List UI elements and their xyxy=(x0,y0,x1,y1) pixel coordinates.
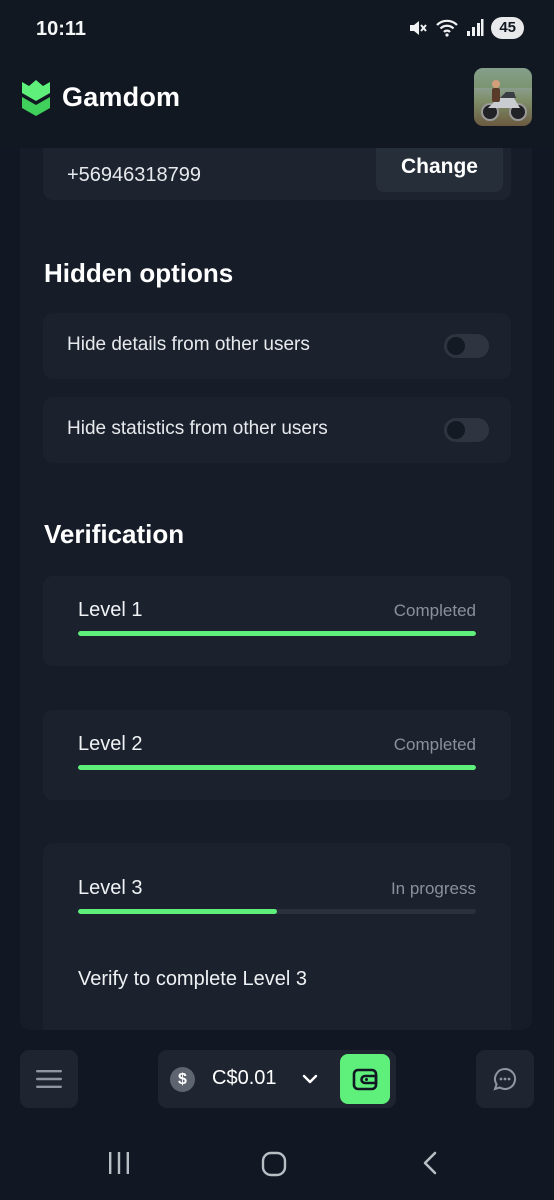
status-time: 10:11 xyxy=(36,18,87,40)
system-nav-bar xyxy=(0,1130,554,1200)
gamdom-logo-icon[interactable] xyxy=(20,78,52,116)
dollar-icon: $ xyxy=(170,1067,195,1092)
wallet-icon xyxy=(352,1068,378,1091)
status-bar: 10:11 45 xyxy=(0,0,554,58)
level-3-progress-track xyxy=(78,909,476,914)
recent-apps-icon[interactable] xyxy=(106,1150,132,1176)
level-1-card[interactable]: Level 1 Completed xyxy=(43,576,511,666)
settings-content[interactable]: +56946318799 Change Hidden options Hide … xyxy=(0,148,554,1030)
chat-bubble-icon xyxy=(493,1067,517,1091)
hide-details-row[interactable]: Hide details from other users xyxy=(43,313,511,379)
hamburger-menu-icon xyxy=(36,1070,62,1088)
mute-icon xyxy=(410,21,428,35)
level-2-name: Level 2 xyxy=(78,733,143,755)
balance-selector[interactable]: $ C$0.01 xyxy=(158,1050,396,1108)
level-2-progress-fill xyxy=(78,765,476,770)
wifi-icon xyxy=(436,19,459,37)
home-icon[interactable] xyxy=(260,1150,288,1178)
menu-button[interactable] xyxy=(20,1050,78,1108)
level-2-card[interactable]: Level 2 Completed xyxy=(43,710,511,800)
verification-title: Verification xyxy=(44,519,185,549)
phone-number: +56946318799 xyxy=(67,164,202,186)
chat-button[interactable] xyxy=(476,1050,534,1108)
level-1-progress-track xyxy=(78,631,476,636)
hide-details-toggle[interactable] xyxy=(444,334,489,358)
app-header: Gamdom xyxy=(0,58,554,148)
toggle-knob xyxy=(447,337,465,355)
hide-statistics-row[interactable]: Hide statistics from other users xyxy=(43,397,511,463)
level-3-hint: Verify to complete Level 3 xyxy=(78,968,308,990)
level-2-progress-track xyxy=(78,765,476,770)
level-2-status: Completed xyxy=(393,735,476,754)
balance-amount: C$0.01 xyxy=(212,1067,277,1089)
toggle-knob xyxy=(447,421,465,439)
phone-card: +56946318799 Change xyxy=(43,148,511,200)
level-3-progress-fill xyxy=(78,909,277,914)
level-1-name: Level 1 xyxy=(78,599,143,621)
level-1-progress-fill xyxy=(78,631,476,636)
change-phone-button[interactable]: Change xyxy=(376,148,503,192)
battery-icon: 45 xyxy=(491,17,524,39)
chevron-down-icon[interactable] xyxy=(300,1069,320,1089)
hidden-options-title: Hidden options xyxy=(44,258,234,288)
hide-statistics-toggle[interactable] xyxy=(444,418,489,442)
level-1-status: Completed xyxy=(393,601,476,620)
bottom-bar: $ C$0.01 xyxy=(0,1030,554,1130)
level-3-name: Level 3 xyxy=(78,877,143,899)
signal-icon xyxy=(467,19,484,36)
back-icon[interactable] xyxy=(418,1150,444,1176)
level-3-card[interactable]: Level 3 In progress Verify to complete L… xyxy=(43,843,511,1030)
level-3-status: In progress xyxy=(390,879,476,898)
avatar[interactable] xyxy=(474,68,532,126)
hide-details-label: Hide details from other users xyxy=(67,334,310,355)
hide-statistics-label: Hide statistics from other users xyxy=(67,418,328,439)
wallet-button[interactable] xyxy=(340,1054,390,1104)
status-icons: 45 xyxy=(408,17,524,39)
app-name[interactable]: Gamdom xyxy=(62,82,180,113)
